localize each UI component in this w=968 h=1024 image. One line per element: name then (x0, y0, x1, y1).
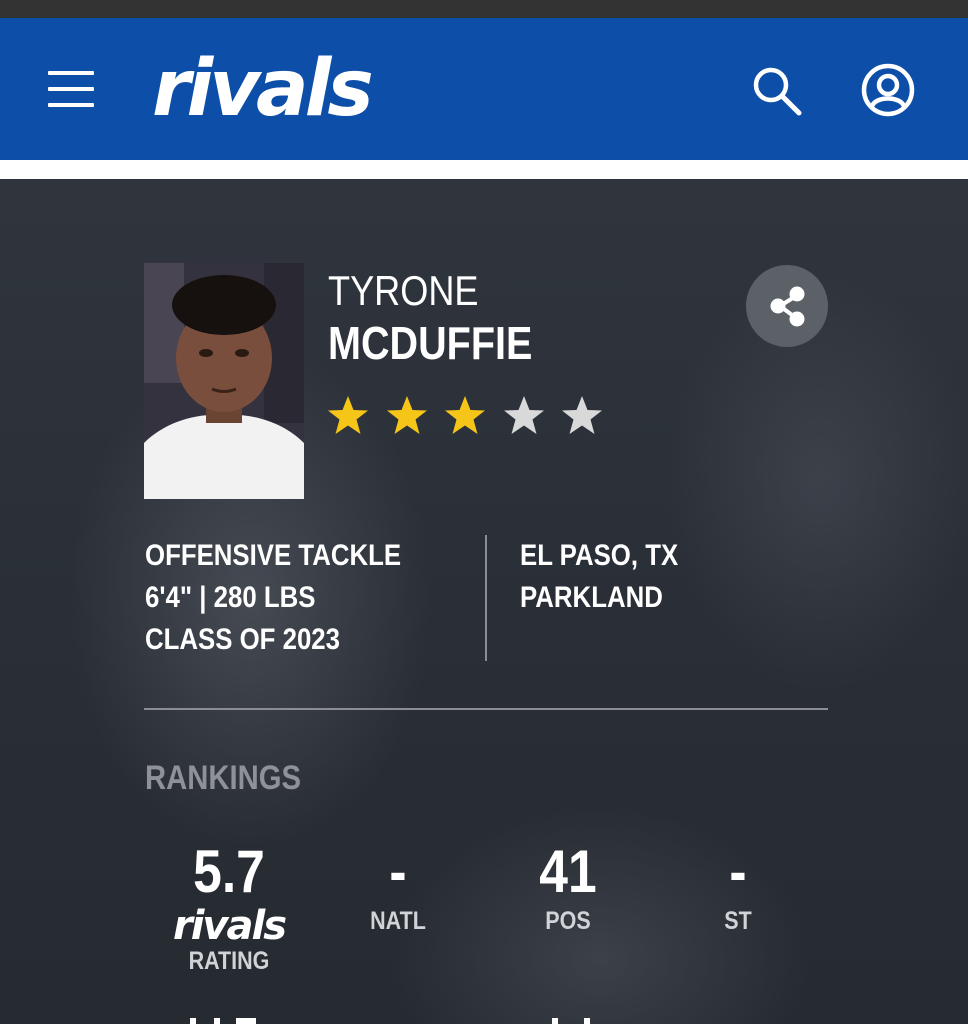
player-school[interactable]: PARKLAND (520, 577, 663, 619)
national-rank: - NATL (308, 838, 488, 936)
status-bar (0, 0, 968, 18)
player-position: OFFENSIVE TACKLE (145, 539, 402, 572)
player-photo (144, 263, 304, 499)
hamburger-menu-icon[interactable] (44, 68, 98, 112)
player-class: CLASS OF 2023 (145, 623, 341, 656)
share-icon (770, 286, 805, 327)
rating-rivals-logo: rivals (172, 903, 287, 949)
star-filled-icon (326, 394, 370, 438)
info-divider (485, 535, 487, 661)
player-hometown: EL PASO, TX (520, 539, 679, 572)
position-rank: 41 POS (478, 838, 658, 936)
star-empty-icon (502, 394, 546, 438)
star-filled-icon (443, 394, 487, 438)
player-size: 6'4" | 280 LBS (145, 581, 316, 614)
player-first-name: TYRONE (328, 267, 479, 314)
player-last-name: MCDUFFIE (328, 317, 533, 369)
rating-value: 5.7 (193, 838, 265, 905)
st-label: ST (724, 907, 752, 935)
share-button[interactable] (746, 265, 828, 347)
next-row-peek (190, 1018, 590, 1024)
header-divider (0, 160, 968, 179)
account-icon[interactable] (858, 60, 918, 120)
star-filled-icon (385, 394, 429, 438)
natl-value: - (389, 838, 407, 905)
natl-label: NATL (370, 907, 426, 935)
rating-label: RATING (188, 947, 270, 975)
st-value: - (729, 838, 747, 905)
search-icon[interactable] (748, 62, 806, 120)
top-nav-bar (0, 18, 968, 160)
rankings-heading: RANKINGS (145, 759, 301, 797)
state-rank: - ST (648, 838, 828, 936)
rivals-logo[interactable]: rivals (152, 50, 374, 128)
section-divider (144, 708, 828, 710)
pos-label: POS (545, 907, 591, 935)
pos-value: 41 (539, 838, 597, 905)
star-empty-icon (560, 394, 604, 438)
rivals-rating: 5.7 rivals RATING (139, 838, 319, 976)
